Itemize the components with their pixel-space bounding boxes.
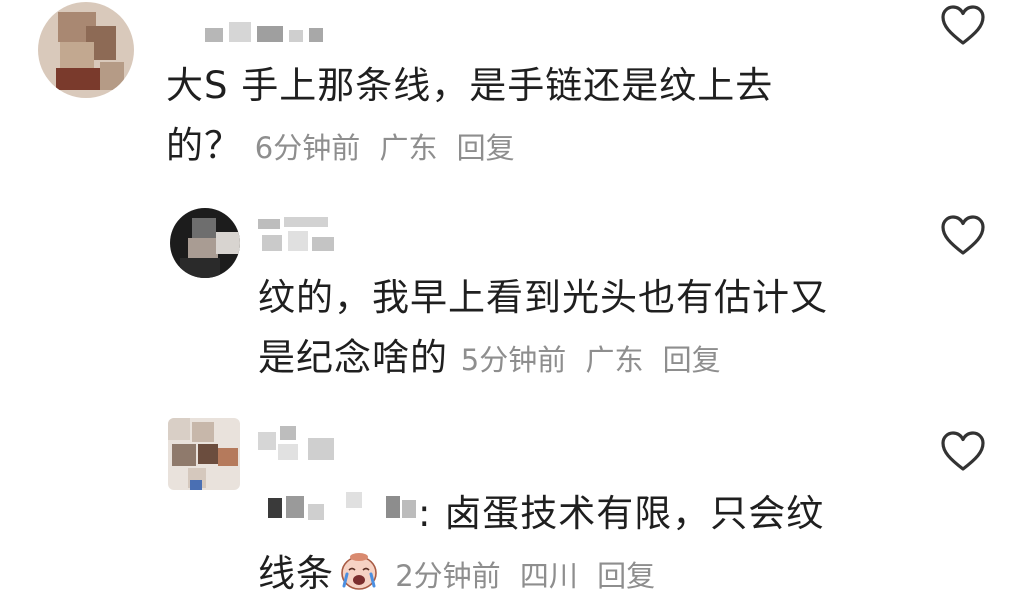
comment-text-tail: 是纪念啥的 xyxy=(258,336,448,379)
comment-text-tail: 线条 xyxy=(258,552,334,594)
heart-outline-icon xyxy=(941,215,985,255)
comment-meta: 2分钟前 四川 回复 xyxy=(386,559,665,593)
reply-button[interactable]: 回复 xyxy=(597,559,655,593)
comment-body: 大S 手上那条线，是手链还是纹上去 的？ 6分钟前 广东 回复 xyxy=(166,56,773,178)
comment-time: 6分钟前 xyxy=(254,131,361,165)
like-button[interactable] xyxy=(940,430,986,472)
comment-meta: 5分钟前 广东 回复 xyxy=(461,343,731,377)
heart-outline-icon xyxy=(941,5,985,45)
comment-text-line-1: 大S 手上那条线，是手链还是纹上去 xyxy=(166,64,774,107)
comment-location: 四川 xyxy=(519,559,578,593)
comment-text-line-2: 是纪念啥的 5分钟前 广东 回复 xyxy=(258,328,828,390)
comment-text-line-2: 的？ 6分钟前 广东 回复 xyxy=(166,116,773,178)
comment-location: 广东 xyxy=(585,343,644,377)
avatar[interactable] xyxy=(170,208,240,278)
comment-1: 大S 手上那条线，是手链还是纹上去 的？ 6分钟前 广东 回复 xyxy=(0,0,1024,190)
crying-laughing-face-sticker-icon xyxy=(341,553,377,590)
comment-text-line-2: 线条 2分钟前 四川 回复 xyxy=(258,544,824,594)
username-masked[interactable] xyxy=(258,215,348,251)
reply-button[interactable]: 回复 xyxy=(457,131,515,165)
comment-body: 纹的，我早上看到光头也有估计又 是纪念啥的 5分钟前 广东 回复 xyxy=(258,268,828,390)
comment-text-line-1: 纹的，我早上看到光头也有估计又 xyxy=(258,276,828,319)
comment-time: 2分钟前 xyxy=(395,559,501,593)
comment-location: 广东 xyxy=(379,131,438,165)
username-masked[interactable] xyxy=(205,18,335,48)
comment-time: 5分钟前 xyxy=(460,343,567,377)
avatar[interactable] xyxy=(38,2,134,98)
like-button[interactable] xyxy=(940,4,986,46)
comment-body: : 卤蛋技术有限，只会纹 线条 2分钟前 四川 回复 xyxy=(258,484,824,594)
comment-2: 纹的，我早上看到光头也有估计又 是纪念啥的 5分钟前 广东 回复 xyxy=(0,200,1024,400)
comment-text-line-1-text: : 卤蛋技术有限，只会纹 xyxy=(418,492,825,535)
heart-outline-icon xyxy=(941,431,985,471)
mention-masked[interactable] xyxy=(268,488,418,528)
comment-text-tail: 的？ xyxy=(166,124,242,167)
avatar[interactable] xyxy=(168,418,240,490)
comment-3: : 卤蛋技术有限，只会纹 线条 2分钟前 四川 回复 xyxy=(0,412,1024,594)
comment-text-line-1: : 卤蛋技术有限，只会纹 xyxy=(268,484,824,544)
username-masked[interactable] xyxy=(258,426,348,460)
like-button[interactable] xyxy=(940,214,986,256)
reply-button[interactable]: 回复 xyxy=(663,343,721,377)
comment-meta: 6分钟前 广东 回复 xyxy=(255,131,525,165)
